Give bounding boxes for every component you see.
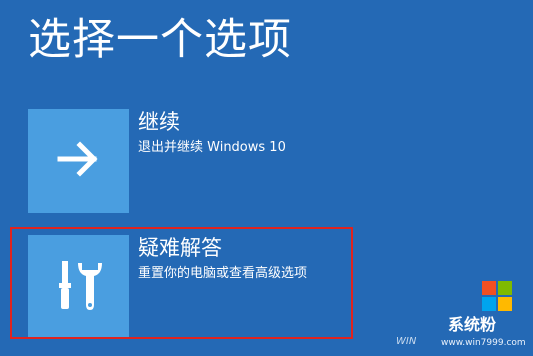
option-continue-title: 继续 [138, 110, 180, 134]
logo-square-green [498, 281, 512, 295]
option-continue-description: 退出并继续 Windows 10 [138, 140, 286, 155]
logo-square-red [482, 281, 496, 295]
page-title: 选择一个选项 [28, 15, 292, 65]
highlight-frame [10, 227, 353, 339]
watermark-url: www.win7999.com [441, 338, 526, 348]
continue-tile[interactable] [28, 109, 129, 213]
logo-square-yellow [498, 297, 512, 311]
windows-logo-icon [482, 281, 512, 311]
arrow-right-icon [56, 139, 102, 183]
watermark-prefix: WIN [396, 336, 417, 347]
watermark-brand: 系统粉 [448, 315, 497, 334]
logo-square-blue [482, 297, 496, 311]
option-continue[interactable]: 继续 退出并继续 Windows 10 [28, 109, 358, 213]
